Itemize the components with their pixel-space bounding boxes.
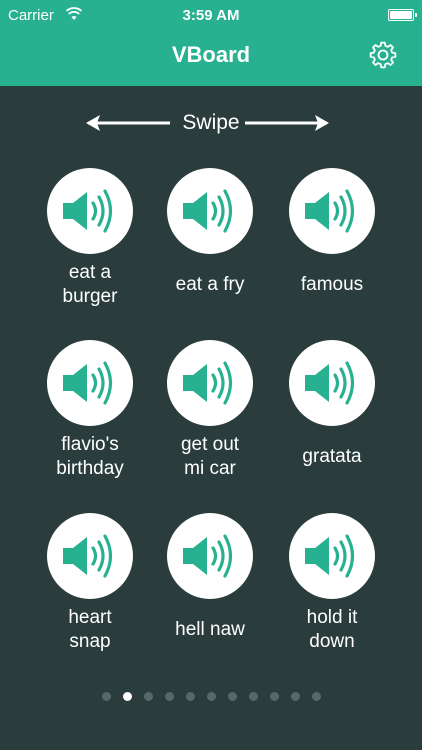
sound-circle[interactable] <box>167 340 253 426</box>
sound-circle[interactable] <box>167 168 253 254</box>
sound-label: hell naw <box>175 619 245 640</box>
speaker-icon <box>183 361 233 405</box>
sound-button[interactable]: famous <box>272 165 392 325</box>
sound-button[interactable]: flavio's birthday <box>30 337 150 497</box>
speaker-icon <box>63 534 113 578</box>
page-dot[interactable] <box>227 692 237 701</box>
page-dot[interactable] <box>269 692 279 701</box>
page-dot[interactable] <box>290 692 300 701</box>
arrow-right-icon <box>245 115 329 131</box>
speaker-icon <box>305 534 355 578</box>
swipe-label: Swipe <box>182 111 240 134</box>
page-dot[interactable] <box>122 692 132 701</box>
gear-icon[interactable] <box>369 41 397 69</box>
status-time: 3:59 AM <box>182 7 240 24</box>
sound-circle[interactable] <box>289 168 375 254</box>
swipe-hint: Swipe <box>0 108 422 138</box>
sound-label: famous <box>300 274 364 295</box>
speaker-icon <box>63 189 113 233</box>
sound-circle[interactable] <box>289 340 375 426</box>
page-dot[interactable] <box>248 692 258 701</box>
page-dot[interactable] <box>143 692 153 701</box>
speaker-icon <box>183 534 233 578</box>
sound-button[interactable]: eat a fry <box>150 165 270 325</box>
page-dot[interactable] <box>311 692 321 701</box>
sound-circle[interactable] <box>167 513 253 599</box>
sound-label: hold it down <box>306 607 358 652</box>
sound-label: gratata <box>302 446 362 467</box>
speaker-icon <box>305 361 355 405</box>
app-header: Carrier 3:59 AM VBoard <box>0 0 422 86</box>
speaker-icon <box>183 189 233 233</box>
page-dot[interactable] <box>164 692 174 701</box>
sound-button[interactable]: hold it down <box>272 510 392 670</box>
sound-button[interactable]: get out mi car <box>150 337 270 497</box>
page-dot[interactable] <box>206 692 216 701</box>
sound-circle[interactable] <box>47 340 133 426</box>
sound-label: flavio's birthday <box>56 434 124 479</box>
page-indicator[interactable] <box>0 692 422 704</box>
sound-label: eat a fry <box>175 274 245 295</box>
sound-button[interactable]: gratata <box>272 337 392 497</box>
sound-button[interactable]: hell naw <box>150 510 270 670</box>
sound-label: get out mi car <box>180 434 240 479</box>
sound-circle[interactable] <box>289 513 375 599</box>
page-dot[interactable] <box>101 692 111 701</box>
speaker-icon <box>63 361 113 405</box>
sound-button[interactable]: heart snap <box>30 510 150 670</box>
sound-circle[interactable] <box>47 513 133 599</box>
battery-icon <box>388 9 417 21</box>
sound-button[interactable]: eat a burger <box>30 165 150 325</box>
sound-label: heart snap <box>68 607 112 652</box>
page-dot[interactable] <box>185 692 195 701</box>
speaker-icon <box>305 189 355 233</box>
sound-circle[interactable] <box>47 168 133 254</box>
page-title: VBoard <box>171 42 251 67</box>
sound-label: eat a burger <box>62 262 118 307</box>
status-bar: Carrier 3:59 AM <box>0 0 422 30</box>
